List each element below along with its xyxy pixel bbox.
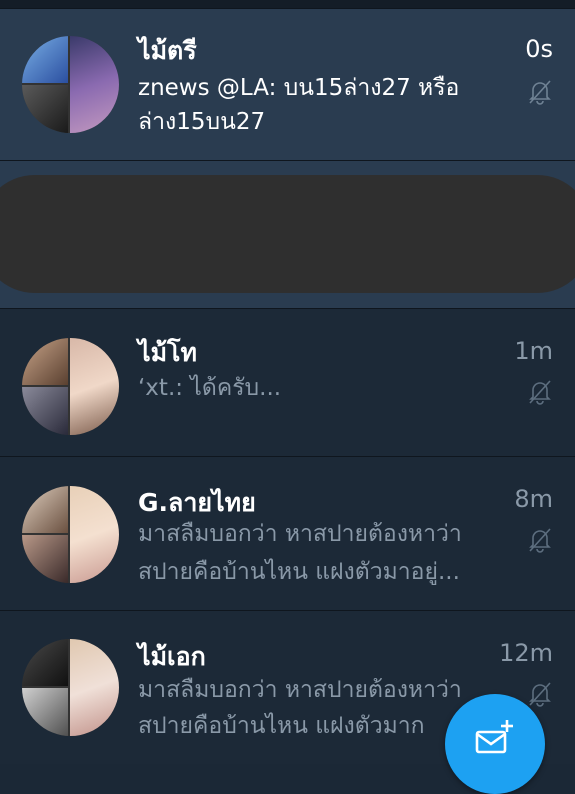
message-preview-line-1: มาสลืมบอกว่า หาสปายต้องหาว่า (138, 677, 462, 703)
redacted-conversation (0, 160, 575, 309)
message-preview-line-1: มาสลืมบอกว่า หาสปายต้องหาว่า (138, 521, 462, 547)
message-preview-line-1: ‘xt.: ได้ครับ... (138, 375, 282, 401)
group-avatar (22, 36, 119, 133)
group-avatar (22, 338, 119, 435)
new-message-icon (475, 720, 513, 754)
bell-off-icon (529, 682, 551, 707)
conversation-item[interactable]: ไม้โท 1m ‘xt.: ได้ครับ... (0, 308, 575, 456)
bell-off-icon (529, 80, 551, 105)
group-avatar (22, 639, 119, 736)
conversation-time: 8m (514, 485, 553, 513)
message-preview-line-1: znews @LA: บน15ล่าง27 หรือ (138, 75, 460, 101)
conversation-time: 1m (514, 337, 553, 365)
message-preview-line-2: ล่าง15บน27 (138, 109, 266, 135)
conversation-item[interactable]: G.ลายไทย 8m มาสลืมบอกว่า หาสปายต้องหาว่า… (0, 456, 575, 610)
conversation-time: 12m (499, 639, 553, 667)
conversation-item[interactable]: ไม้ตรี 0s znews @LA: บน15ล่าง27 หรือ ล่า… (0, 8, 575, 160)
conversation-name: ไม้ตรี (138, 36, 197, 65)
status-bar-edge (0, 0, 575, 8)
conversation-name: ไม้โท (138, 338, 197, 367)
message-preview-line-2: สปายคือบ้านไหน แฝงตัวมาอยู่... (138, 559, 460, 585)
conversation-name: ไม้เอก (138, 642, 206, 671)
compose-message-button[interactable] (445, 694, 545, 794)
bell-off-icon (529, 528, 551, 553)
group-avatar (22, 486, 119, 583)
redaction-overlay (0, 175, 575, 293)
bell-off-icon (529, 380, 551, 405)
conversation-time: 0s (525, 35, 553, 63)
